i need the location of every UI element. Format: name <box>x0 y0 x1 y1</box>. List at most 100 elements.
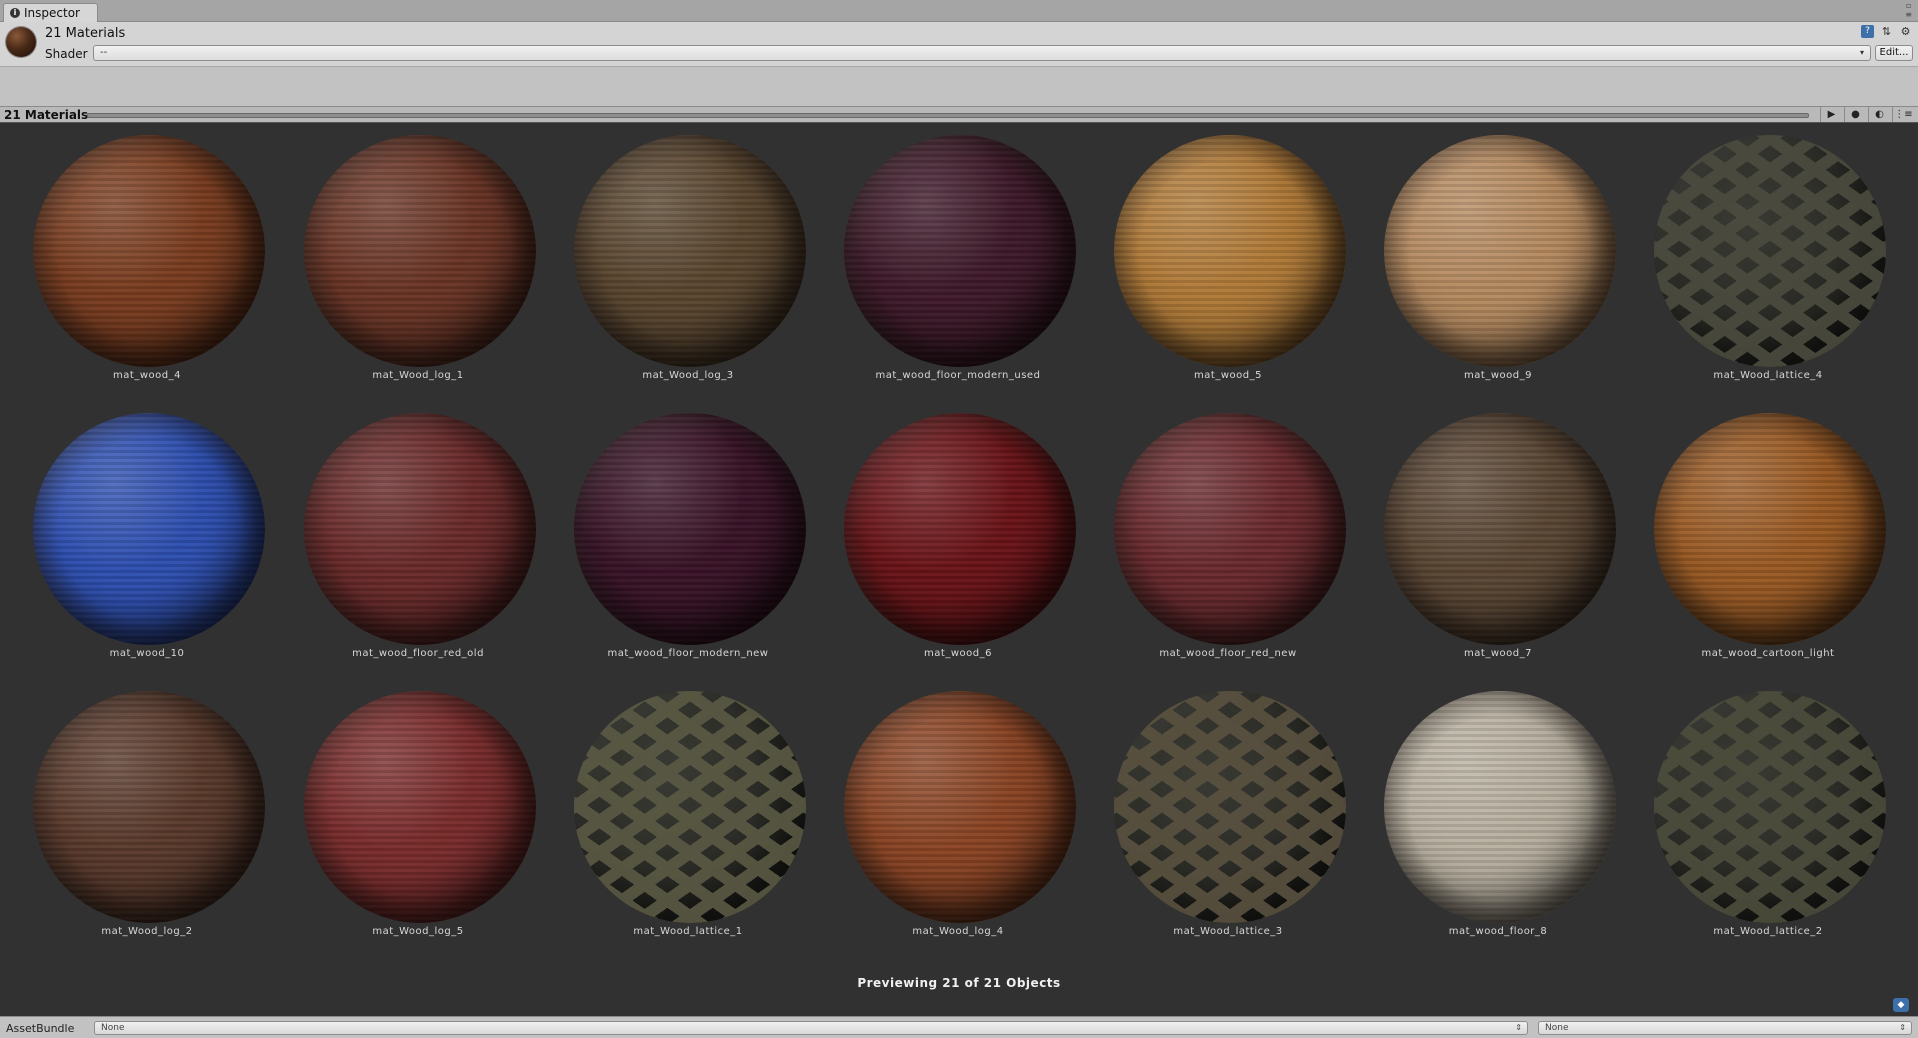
material-sphere <box>33 691 265 923</box>
label-tag-icon[interactable]: ◆ <box>1893 998 1909 1012</box>
edit-button[interactable]: Edit... <box>1875 45 1913 61</box>
material-sphere <box>844 135 1076 367</box>
material-sphere <box>33 135 265 367</box>
play-icon[interactable]: ▶ <box>1820 107 1842 122</box>
material-tile[interactable]: mat_Wood_log_1 <box>283 123 553 398</box>
material-name: mat_Wood_lattice_4 <box>1713 370 1823 381</box>
material-sphere <box>304 691 536 923</box>
material-tile[interactable]: mat_wood_5 <box>1093 123 1363 398</box>
material-preview-grid: mat_wood_4 mat_Wood_log_1 mat_Wood_log_3ma… <box>0 123 1918 1016</box>
preset-icon[interactable]: ⇅ <box>1880 25 1893 38</box>
material-tile[interactable]: mat_wood_floor_8 <box>1363 679 1633 954</box>
material-thumbnail <box>6 27 36 57</box>
material-sphere <box>844 413 1076 645</box>
lighting-icon[interactable]: ◐ <box>1868 107 1890 122</box>
header-icons: ? ⇅ ⚙ <box>1861 25 1912 38</box>
material-sphere <box>1114 135 1346 367</box>
material-name: mat_Wood_log_4 <box>912 926 1004 937</box>
material-name: mat_wood_floor_red_new <box>1159 648 1297 659</box>
shader-label: Shader <box>45 47 88 61</box>
tab-inspector[interactable]: i Inspector <box>3 3 98 22</box>
material-name: mat_wood_5 <box>1194 370 1262 381</box>
material-sphere <box>574 413 806 645</box>
material-tile[interactable]: mat_Wood_log_2 <box>12 679 282 954</box>
material-tile[interactable]: mat_Wood_lattice_2 <box>1633 679 1903 954</box>
material-tile[interactable]: mat_Wood_log_4 <box>823 679 1093 954</box>
preview-toolbar: 21 Materials ▶ ● ◐ ⋮≡ <box>0 106 1918 123</box>
material-sphere <box>574 135 806 367</box>
assetbundle-label: AssetBundle <box>6 1022 75 1035</box>
material-sphere <box>33 413 265 645</box>
material-name: mat_wood_10 <box>109 648 185 659</box>
material-tile[interactable]: mat_Wood_log_3 <box>553 123 823 398</box>
material-tile[interactable]: mat_wood_cartoon_light <box>1633 401 1903 676</box>
material-tile[interactable]: mat_wood_floor_modern_used <box>823 123 1093 398</box>
material-tile[interactable]: mat_wood_floor_red_new <box>1093 401 1363 676</box>
material-tile[interactable]: mat_wood_floor_modern_new <box>553 401 823 676</box>
sphere-shape-icon[interactable]: ● <box>1844 107 1866 122</box>
tab-bar: i Inspector ▫ ≡ <box>0 0 1918 22</box>
preview-status: Previewing 21 of 21 Objects <box>857 976 1061 990</box>
material-tile[interactable]: mat_Wood_log_5 <box>283 679 553 954</box>
material-sphere <box>1654 135 1886 367</box>
material-tile[interactable]: mat_Wood_lattice_1 <box>553 679 823 954</box>
options-menu-icon[interactable]: ⋮≡ <box>1892 107 1914 122</box>
material-name: mat_Wood_lattice_3 <box>1173 926 1283 937</box>
material-tile[interactable]: mat_wood_floor_red_old <box>283 401 553 676</box>
material-name: mat_wood_floor_red_old <box>352 648 484 659</box>
material-tile[interactable]: mat_wood_4 <box>12 123 282 398</box>
lock-icon[interactable]: ▫ <box>1905 2 1912 10</box>
material-name: mat_wood_floor_modern_new <box>607 648 769 659</box>
inspector-body <box>0 66 1918 106</box>
assetbundle-dropdown[interactable]: None ⇕ <box>94 1021 1528 1035</box>
material-name: mat_wood_7 <box>1464 648 1532 659</box>
material-sphere <box>1114 691 1346 923</box>
material-tile[interactable]: mat_Wood_lattice_4 <box>1633 123 1903 398</box>
lattice-pattern <box>1654 135 1886 367</box>
material-sphere <box>304 413 536 645</box>
assetbundle-bar: AssetBundle None ⇕ None ⇕ <box>0 1016 1918 1038</box>
material-name: mat_wood_4 <box>113 370 181 381</box>
material-name: mat_Wood_lattice_1 <box>633 926 743 937</box>
material-name: mat_wood_9 <box>1464 370 1532 381</box>
shader-value: -- <box>100 47 108 58</box>
preview-title: 21 Materials <box>4 108 89 122</box>
material-tile[interactable]: mat_wood_7 <box>1363 401 1633 676</box>
material-name: mat_Wood_lattice_2 <box>1713 926 1823 937</box>
material-sphere <box>574 691 806 923</box>
material-sphere <box>1654 691 1886 923</box>
assetbundle-variant-dropdown[interactable]: None ⇕ <box>1538 1021 1912 1035</box>
lattice-pattern <box>1114 691 1346 923</box>
variant-value: None <box>1545 1023 1569 1033</box>
dropdown-arrow-icon: ▾ <box>1859 48 1864 57</box>
gear-icon[interactable]: ⚙ <box>1899 25 1912 38</box>
menu-icon[interactable]: ≡ <box>1905 11 1912 19</box>
material-tile[interactable]: mat_Wood_lattice_3 <box>1093 679 1363 954</box>
tab-label: Inspector <box>24 6 80 20</box>
material-name: mat_Wood_log_1 <box>372 370 464 381</box>
material-sphere <box>1384 413 1616 645</box>
material-tile[interactable]: mat_wood_10 <box>12 401 282 676</box>
material-sphere <box>1384 691 1616 923</box>
material-name: mat_wood_floor_modern_used <box>875 370 1041 381</box>
material-sphere <box>1654 413 1886 645</box>
material-name: mat_wood_floor_8 <box>1448 926 1548 937</box>
window-controls: ▫ ≡ <box>1905 2 1912 19</box>
material-tile[interactable]: mat_wood_6 <box>823 401 1093 676</box>
dropdown-arrow-icon: ⇕ <box>1899 1023 1906 1032</box>
material-sphere <box>1384 135 1616 367</box>
preview-buttons: ▶ ● ◐ ⋮≡ <box>1820 107 1914 122</box>
material-tile[interactable]: mat_wood_9 <box>1363 123 1633 398</box>
material-name: mat_Wood_log_2 <box>101 926 193 937</box>
lattice-pattern <box>1654 691 1886 923</box>
info-icon: i <box>10 8 20 18</box>
preview-resize-handle[interactable] <box>87 113 1809 118</box>
material-sphere <box>1114 413 1346 645</box>
material-name: mat_wood_6 <box>924 648 992 659</box>
dropdown-arrow-icon: ⇕ <box>1515 1023 1522 1032</box>
inspector-header: 21 Materials Shader -- ▾ Edit... ? ⇅ ⚙ <box>0 22 1918 66</box>
shader-dropdown[interactable]: -- ▾ <box>93 45 1871 61</box>
material-sphere <box>844 691 1076 923</box>
material-name: mat_wood_cartoon_light <box>1701 648 1835 659</box>
help-icon[interactable]: ? <box>1861 25 1874 38</box>
